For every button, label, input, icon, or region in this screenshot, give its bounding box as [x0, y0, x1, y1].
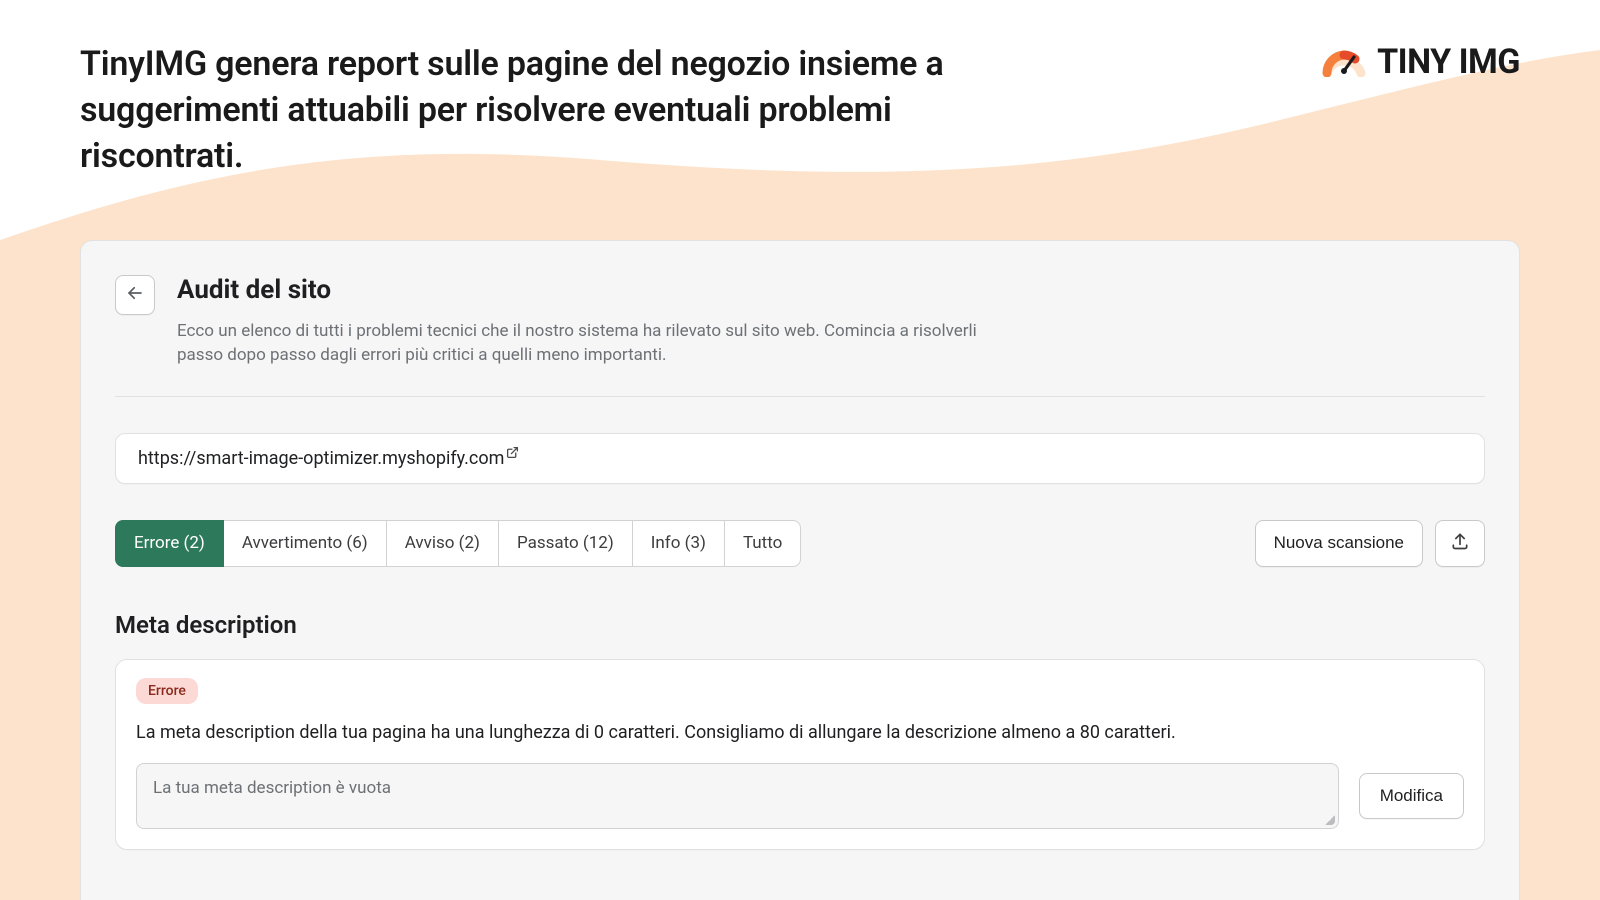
tab-info[interactable]: Info (3): [633, 520, 725, 567]
modify-button[interactable]: Modifica: [1359, 773, 1464, 819]
filter-tabs: Errore (2) Avvertimento (6) Avviso (2) P…: [115, 520, 801, 567]
section-title-meta-description: Meta description: [115, 611, 1485, 639]
arrow-left-icon: [126, 284, 144, 305]
rescan-button[interactable]: Nuova scansione: [1255, 520, 1423, 567]
divider: [115, 396, 1485, 397]
brand-name: TINY IMG: [1377, 42, 1520, 82]
gauge-icon: [1321, 43, 1367, 81]
meta-description-input[interactable]: La tua meta description è vuota: [136, 763, 1339, 829]
export-button[interactable]: [1435, 520, 1485, 567]
hero-headline: TinyIMG genera report sulle pagine del n…: [80, 42, 980, 180]
tab-tutto[interactable]: Tutto: [725, 520, 801, 567]
issue-description: La meta description della tua pagina ha …: [136, 720, 1464, 745]
tab-passato[interactable]: Passato (12): [499, 520, 633, 567]
external-link-icon: [506, 446, 519, 459]
site-url: https://smart-image-optimizer.myshopify.…: [138, 448, 504, 469]
brand-logo: TINY IMG: [1321, 42, 1520, 82]
issue-card: Errore La meta description della tua pag…: [115, 659, 1485, 850]
tab-errore[interactable]: Errore (2): [115, 520, 224, 567]
page-subtitle: Ecco un elenco di tutti i problemi tecni…: [177, 319, 1017, 368]
audit-panel: Audit del sito Ecco un elenco di tutti i…: [80, 240, 1520, 900]
status-badge-error: Errore: [136, 678, 198, 704]
tab-avvertimento[interactable]: Avvertimento (6): [224, 520, 387, 567]
tab-avviso[interactable]: Avviso (2): [387, 520, 499, 567]
site-url-card[interactable]: https://smart-image-optimizer.myshopify.…: [115, 433, 1485, 484]
back-button[interactable]: [115, 275, 155, 315]
export-icon: [1450, 531, 1470, 556]
page-title: Audit del sito: [177, 275, 1017, 305]
